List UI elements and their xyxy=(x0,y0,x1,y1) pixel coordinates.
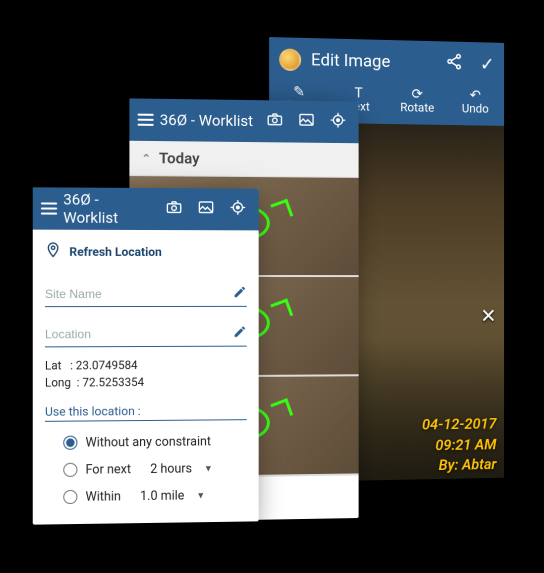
long-label: Long xyxy=(45,376,71,390)
location-input[interactable] xyxy=(45,326,217,341)
location-pin-icon xyxy=(45,242,61,261)
radio-no-constraint[interactable] xyxy=(63,436,77,450)
text-icon: T xyxy=(329,87,388,100)
stamp-author: By: Abtar xyxy=(422,454,496,475)
undo-icon: ↶ xyxy=(446,89,504,102)
rotate-icon: ⟳ xyxy=(388,88,446,101)
share-icon[interactable] xyxy=(445,52,462,74)
tab-undo[interactable]: ↶ Undo xyxy=(446,85,504,126)
app-logo-icon xyxy=(279,48,301,71)
edit-icon[interactable] xyxy=(233,325,247,342)
photo-timestamp: 04-12-2017 09:21 AM By: Abtar xyxy=(422,414,496,476)
stamp-time: 09:21 AM xyxy=(422,434,496,455)
close-icon[interactable]: ✕ xyxy=(480,304,496,328)
tab-rotate[interactable]: ⟳ Rotate xyxy=(388,84,446,125)
menu-icon[interactable] xyxy=(138,111,154,129)
edit-icon[interactable] xyxy=(233,285,247,302)
worklist-b-title: 36Ø - Worklist xyxy=(160,111,256,130)
tab-rotate-label: Rotate xyxy=(400,100,434,115)
refresh-location-button[interactable]: Refresh Location xyxy=(45,236,247,267)
location-field-row xyxy=(45,315,247,348)
option-within[interactable]: Within 1.0 mile ▼ xyxy=(63,481,247,510)
gallery-icon[interactable] xyxy=(294,113,320,131)
gallery-icon[interactable] xyxy=(193,200,219,218)
edit-image-title: Edit Image xyxy=(311,50,436,73)
site-name-input[interactable] xyxy=(45,287,217,301)
option-within-prefix: Within xyxy=(86,489,121,504)
refresh-location-screen: 36Ø - Worklist Refresh Location xyxy=(33,187,259,524)
worklist-b-header: 36Ø - Worklist xyxy=(129,98,358,143)
chevron-up-icon: ⌃ xyxy=(142,151,151,164)
lat-value: 23.0749584 xyxy=(76,358,138,372)
option-for-next[interactable]: For next 2 hours ▼ xyxy=(63,454,247,483)
option-for-next-prefix: For next xyxy=(86,462,131,478)
camera-icon[interactable] xyxy=(262,112,288,130)
site-name-field-row xyxy=(45,275,247,307)
location-target-icon[interactable] xyxy=(325,112,351,132)
use-location-label: Use this location : xyxy=(45,403,247,422)
menu-icon[interactable] xyxy=(41,199,57,217)
use-location-options: Without any constraint For next 2 hours … xyxy=(45,428,247,511)
confirm-icon[interactable]: ✓ xyxy=(472,54,494,75)
coordinates-display: Lat : 23.0749584 Long : 72.5253354 xyxy=(45,357,247,393)
camera-icon[interactable] xyxy=(161,200,187,218)
stamp-date: 04-12-2017 xyxy=(422,414,496,435)
option-for-next-value: 2 hours xyxy=(150,461,192,476)
refresh-location-label: Refresh Location xyxy=(69,244,162,258)
chevron-down-icon[interactable]: ▼ xyxy=(204,463,213,474)
chevron-down-icon[interactable]: ▼ xyxy=(196,490,205,501)
option-no-constraint-label: Without any constraint xyxy=(86,434,211,450)
lat-label: Lat xyxy=(45,358,61,372)
section-today[interactable]: ⌃ Today xyxy=(129,141,358,178)
option-within-value: 1.0 mile xyxy=(140,488,184,504)
radio-within[interactable] xyxy=(63,490,77,504)
option-no-constraint[interactable]: Without any constraint xyxy=(63,428,247,457)
long-value: 72.5253354 xyxy=(82,375,144,389)
edit-image-header: Edit Image ✓ xyxy=(269,37,504,86)
tab-undo-label: Undo xyxy=(462,101,489,115)
radio-for-next[interactable] xyxy=(63,463,77,477)
refresh-location-body: Refresh Location Lat : 23.0749584 xyxy=(33,230,259,518)
today-label: Today xyxy=(159,149,200,167)
location-target-icon[interactable] xyxy=(225,199,251,219)
pencil-icon: ✎ xyxy=(269,86,329,99)
worklist-a-title: 36Ø - Worklist xyxy=(63,191,155,228)
worklist-a-header: 36Ø - Worklist xyxy=(33,187,259,230)
stage: Edit Image ✓ ✎ Draw T Text ⟳ Rotate ↶ Un… xyxy=(0,0,544,573)
